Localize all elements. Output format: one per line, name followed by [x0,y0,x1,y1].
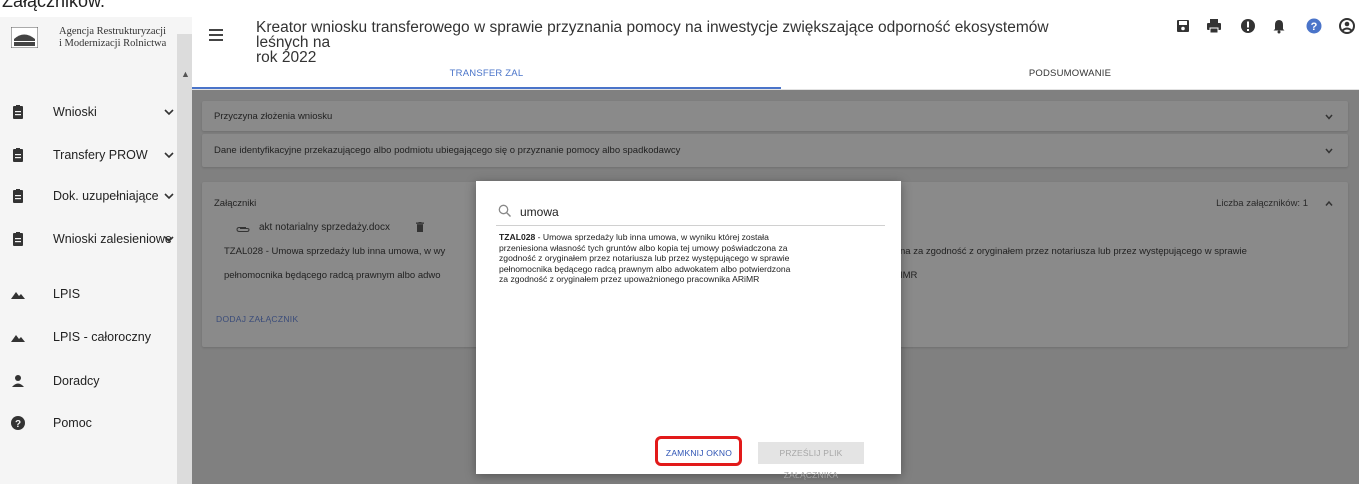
sidebar-item-dok-uzupelniajace[interactable]: Dok. uzupełniające [0,181,177,211]
person-icon [12,375,24,387]
sidebar-item-pomoc[interactable]: ? Pomoc [0,408,177,438]
tab-transfer-zal[interactable]: TRANSFER ZAL [192,68,781,88]
attachments-count: Liczba załączników: 1 [1216,198,1308,209]
sidebar-item-label: Wnioski [53,105,97,119]
chevron-down-icon [164,236,174,243]
description-line-1: TZAL028 - Umowa sprzedaży lub inna umowa… [499,232,899,243]
search-input[interactable] [520,202,880,222]
search-field[interactable] [496,202,885,226]
attachment-description-right: IMR [900,270,918,281]
sidebar-item-lpis[interactable]: LPIS [0,279,177,309]
logo-line-2: i Modernizacji Rolnictwa [59,38,167,49]
logo-mark-icon [11,27,38,48]
logo-line-1: Agencja Restrukturyzacji [59,26,166,37]
sidebar-item-wnioski[interactable]: Wnioski [0,97,177,127]
attachment-description-right: na za zgodność z oryginałem przez notari… [900,246,1247,257]
clipboard-icon [13,189,23,203]
attachment-file-name[interactable]: akt notarialny sprzedaży.docx [259,222,390,233]
account-icon[interactable] [1338,17,1356,35]
description-text: - Umowa sprzedaży lub inna umowa, w wyni… [535,232,769,242]
help-circle-icon: ? [11,416,25,430]
paperclip-icon [236,227,250,232]
description-line-5: za zgodność z oryginałem przez upoważnio… [499,274,760,285]
chevron-down-icon[interactable] [1324,146,1334,156]
sidebar-item-transfery[interactable]: Transfery PROW [0,140,177,170]
chevron-up-icon[interactable] [1324,199,1334,209]
description-line-3: zgodność z oryginałem przez notariusza l… [499,253,790,264]
sidebar-item-label: Pomoc [53,416,92,430]
chevron-down-icon [164,152,174,159]
mountains-icon [11,335,25,342]
top-cut-text: Załączników. [0,0,1359,17]
tab-podsumowanie[interactable]: PODSUMOWANIE [781,68,1359,88]
page-title: Kreator wniosku transferowego w sprawie … [256,19,1086,66]
save-icon[interactable] [1174,17,1192,35]
sidebar-item-label: Transfery PROW [53,148,148,162]
sidebar-item-label: LPIS [53,287,81,301]
top-cut-label: Załączników. [2,0,106,11]
help-icon[interactable]: ? [1305,17,1323,35]
page-title-line-2: rok 2022 [256,49,317,66]
panel-title: Dane identyfikacyjne przekazującego albo… [214,145,681,156]
upload-attachment-button[interactable]: PRZEŚLIJ PLIK ZAŁĄCZNIKA [758,442,864,480]
description-line-4: pełnomocnika będącego radcą prawnym albo… [499,263,791,274]
panel-identity[interactable]: Dane identyfikacyjne przekazującego albo… [202,134,1348,167]
sidebar-item-wnioski-zalesieniowe[interactable]: Wnioski zalesieniowe [0,224,177,254]
trash-icon[interactable] [416,222,424,232]
sidebar-item-label: Doradcy [53,374,100,388]
sidebar-item-doradcy[interactable]: Doradcy [0,366,177,396]
description-line-2: przeniesiona własność tych gruntów albo … [499,242,788,253]
sidebar-item-label: LPIS - całoroczny [53,330,151,344]
header: Kreator wniosku transferowego w sprawie … [192,17,1359,90]
sidebar-item-lpis-caloroczny[interactable]: LPIS - całoroczny [0,322,177,352]
sidebar-scrollbar[interactable] [177,34,192,484]
clipboard-icon [13,232,23,246]
page-title-line-1: Kreator wniosku transferowego w sprawie … [256,19,1049,51]
active-tab-indicator [192,87,781,89]
search-icon [498,204,511,217]
panel-title: Przyczyna złożenia wniosku [214,111,333,122]
svg-text:?: ? [15,419,21,430]
attachment-code: TZAL028 [499,232,536,242]
clipboard-icon [13,105,23,119]
panel-reason[interactable]: Przyczyna złożenia wniosku [202,101,1348,131]
sidebar-item-label: Wnioski zalesieniowe [53,232,172,246]
attachment-description-left: pełnomocnika będącego radcą prawnym albo… [224,270,441,281]
panel-title: Załączniki [214,198,257,209]
attachment-type-description[interactable]: TZAL028 - Umowa sprzedaży lub inna umowa… [499,232,899,285]
logo-text: Agencja Restrukturyzacji i Modernizacji … [59,26,166,50]
mountains-icon [11,292,25,299]
attachment-dialog: TZAL028 - Umowa sprzedaży lub inna umowa… [476,181,901,480]
bell-icon[interactable] [1270,17,1288,35]
chevron-down-icon [164,193,174,200]
chevron-down-icon [164,109,174,116]
add-attachment-button[interactable]: DODAJ ZAŁĄCZNIK [216,314,298,324]
sidebar-item-label: Dok. uzupełniające [53,189,159,203]
scroll-up-icon[interactable]: ▲ [181,69,190,79]
alert-icon[interactable] [1239,17,1257,35]
highlight-frame [655,436,742,466]
svg-text:?: ? [1311,21,1318,33]
chevron-down-icon[interactable] [1324,112,1334,122]
attachment-description-left: TZAL028 - Umowa sprzedaży lub inna umowa… [224,246,446,257]
menu-icon[interactable] [209,29,223,41]
sidebar: Agencja Restrukturyzacji i Modernizacji … [0,17,192,484]
clipboard-icon [13,148,23,162]
print-icon[interactable] [1205,17,1223,35]
